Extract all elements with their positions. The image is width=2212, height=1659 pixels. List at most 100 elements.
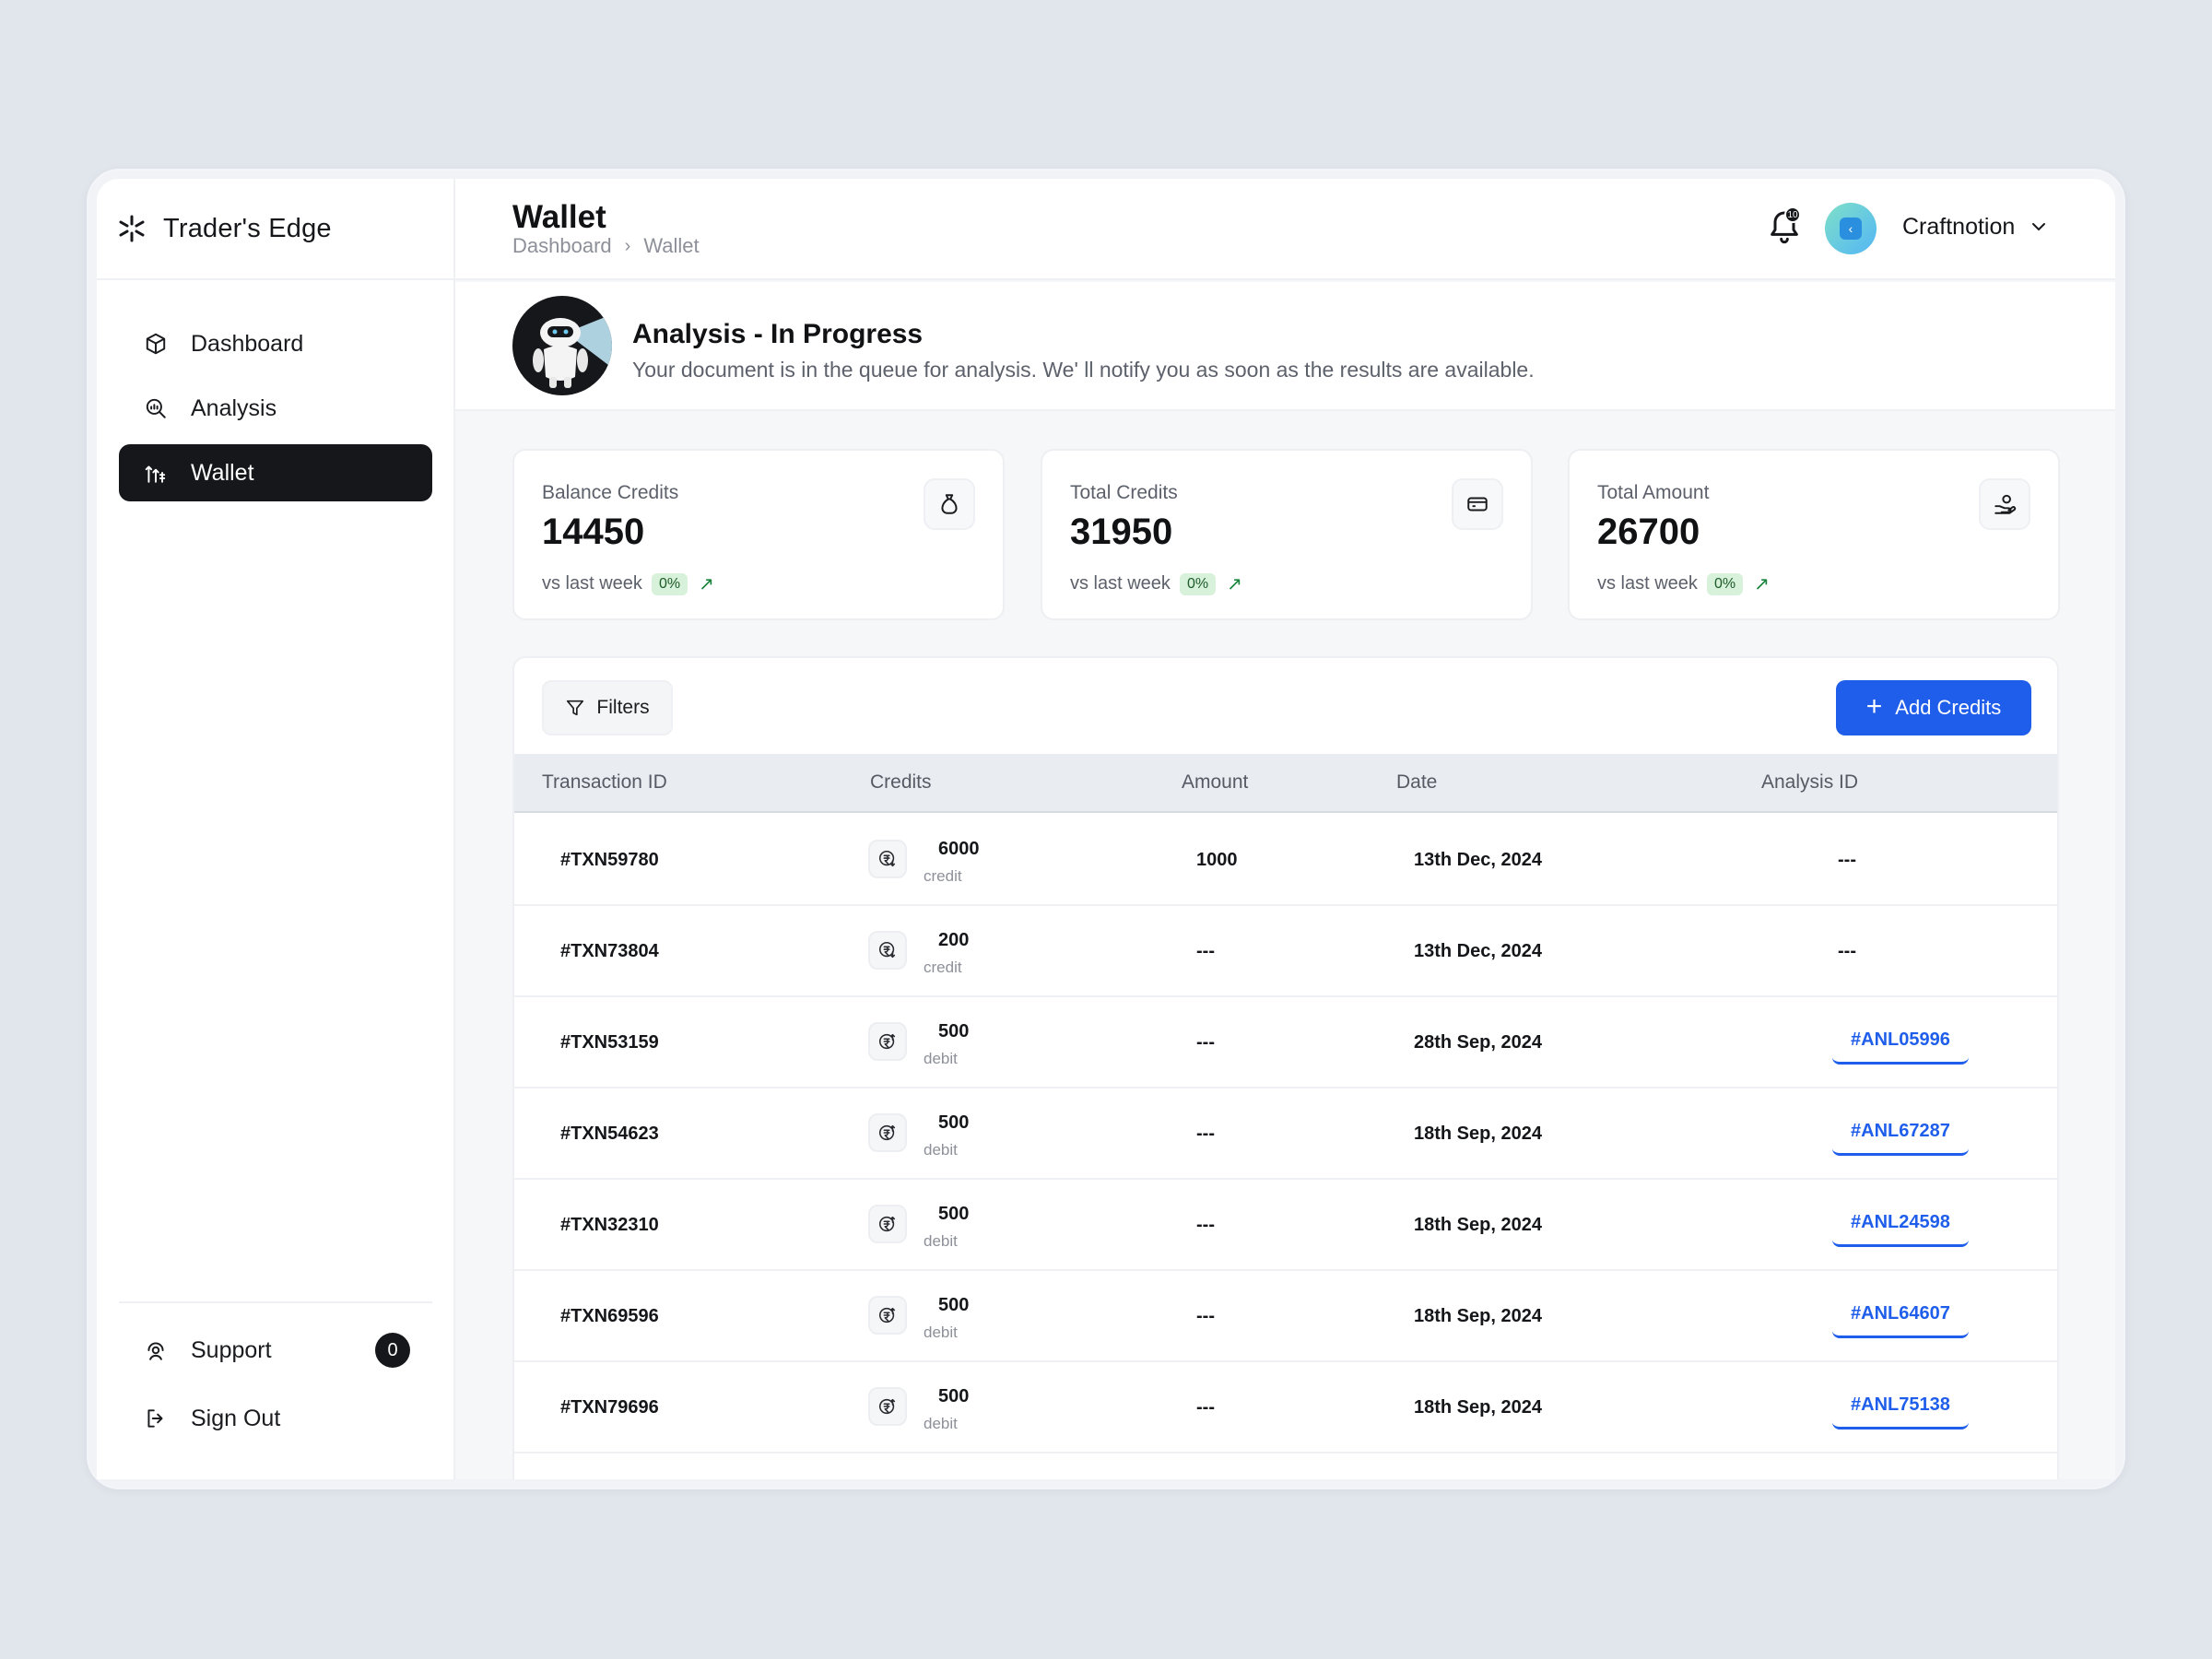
app-window: Trader's Edge Dashboard Analysis Wallet [97, 179, 2115, 1479]
column-header-amount[interactable]: Amount [1182, 771, 1248, 794]
stat-card-total-credits: Total Credits 31950 vs last week 0% ↗ [1041, 449, 1533, 620]
table-row[interactable]: #TXN32310 500 debit --- 18th Sep, 2024 #ANL24… [514, 1180, 2057, 1271]
analysis-id-value: --- [1838, 850, 1856, 870]
money-bag-icon [924, 478, 975, 530]
table-row[interactable]: #TXN69596 500 debit --- 18th Sep, 2024 #ANL64… [514, 1271, 2057, 1362]
trend-label: vs last week [1597, 573, 1698, 594]
stat-value: 14450 [542, 512, 645, 552]
stat-trend: vs last week 0% ↗ [542, 572, 714, 595]
stat-label: Total Amount [1597, 482, 1710, 503]
card-icon [1452, 478, 1503, 530]
credits-type: debit [924, 1232, 958, 1250]
add-credits-button[interactable]: + Add Credits [1836, 680, 2031, 735]
credits-value: 500 [938, 1295, 970, 1315]
robot-avatar-icon [512, 296, 612, 395]
credits-type: debit [924, 1141, 958, 1159]
user-name[interactable]: Craftnotion [1902, 214, 2015, 241]
breadcrumb-dashboard[interactable]: Dashboard [512, 234, 612, 258]
sparkle-logo-icon [119, 215, 145, 242]
chevron-right-icon: › [624, 235, 631, 256]
magnifier-chart-icon [143, 395, 169, 421]
analysis-id-link[interactable]: #ANL67287 [1832, 1121, 1969, 1156]
debit-out-icon [868, 1113, 907, 1152]
trend-percent-badge: 0% [1179, 572, 1217, 595]
sidebar-item-wallet[interactable]: Wallet [119, 444, 432, 501]
sidebar-item-dashboard[interactable]: Dashboard [119, 315, 432, 372]
analysis-id-link[interactable]: #ANL05996 [1832, 1030, 1969, 1065]
credits-type: credit [924, 867, 962, 885]
date-value: 13th Dec, 2024 [1414, 850, 1542, 870]
support-count-badge: 0 [375, 1333, 410, 1368]
transactions-panel: Filters + Add Credits Transaction ID Cre… [512, 656, 2059, 1479]
sidebar-item-analysis[interactable]: Analysis [119, 380, 432, 437]
analysis-id-link[interactable]: #ANL75138 [1832, 1394, 1969, 1430]
table-row[interactable]: #TXN53159 500 debit --- 28th Sep, 2024 #ANL05… [514, 997, 2057, 1088]
sign-out-icon [143, 1406, 169, 1431]
brand[interactable]: Trader's Edge [97, 179, 453, 280]
table-row[interactable]: #TXN73804 200 credit --- 13th Dec, 2024 --- [514, 906, 2057, 997]
amount-value: --- [1196, 1397, 1215, 1418]
credits-value: 500 [938, 1021, 970, 1041]
amount-value: 1000 [1196, 850, 1238, 870]
breadcrumb-wallet: Wallet [643, 234, 700, 257]
table-row[interactable]: #TXN59780 6000 credit 1000 13th Dec, 2024 --- [514, 815, 2057, 906]
analysis-id-link[interactable]: #ANL24598 [1832, 1212, 1969, 1247]
transaction-id: #TXN73804 [560, 941, 659, 961]
column-header-transaction-id[interactable]: Transaction ID [542, 771, 667, 794]
transaction-id: #TXN59780 [560, 850, 659, 870]
stat-value: 26700 [1597, 512, 1700, 552]
add-credits-label: Add Credits [1895, 696, 2002, 719]
debit-out-icon [868, 1205, 907, 1243]
filters-label: Filters [596, 697, 650, 718]
top-header: Wallet Dashboard › Wallet 10 ‹ Craftnoti… [455, 179, 2115, 280]
date-value: 28th Sep, 2024 [1414, 1032, 1542, 1053]
amount-value: --- [1196, 1032, 1215, 1053]
support-headset-icon [143, 1337, 169, 1363]
date-value: 18th Sep, 2024 [1414, 1124, 1542, 1144]
filters-button[interactable]: Filters [542, 680, 673, 735]
transaction-id: #TXN69596 [560, 1306, 659, 1326]
trend-percent-badge: 0% [1706, 572, 1744, 595]
sidebar: Trader's Edge Dashboard Analysis Wallet [97, 179, 455, 1479]
trend-label: vs last week [542, 573, 642, 594]
sidebar-item-label: Support [191, 1336, 272, 1363]
sidebar-item-label: Wallet [191, 459, 254, 486]
credits-type: debit [924, 1415, 958, 1432]
column-header-analysis-id[interactable]: Analysis ID [1761, 771, 1858, 794]
analysis-id-value: --- [1838, 941, 1856, 961]
brand-name: Trader's Edge [163, 213, 332, 243]
trend-label: vs last week [1070, 573, 1171, 594]
debit-out-icon [868, 1022, 907, 1061]
column-header-date[interactable]: Date [1396, 771, 1437, 794]
chevron-down-icon[interactable] [2028, 216, 2050, 238]
credits-value: 500 [938, 1386, 970, 1406]
sidebar-item-label: Sign Out [191, 1405, 281, 1431]
credits-value: 500 [938, 1204, 970, 1224]
stat-label: Total Credits [1070, 482, 1178, 503]
breadcrumb: Dashboard › Wallet [512, 234, 700, 258]
banner-title: Analysis - In Progress [632, 319, 924, 349]
plus-icon: + [1865, 690, 1883, 722]
date-value: 18th Sep, 2024 [1414, 1306, 1542, 1326]
sidebar-item-label: Dashboard [191, 330, 304, 357]
sidebar-item-support[interactable]: Support 0 [119, 1322, 432, 1379]
credits-value: 6000 [938, 839, 980, 859]
page-title: Wallet [512, 199, 606, 235]
arrow-up-right-icon: ↗ [1227, 574, 1242, 594]
amount-value: --- [1196, 1124, 1215, 1144]
credit-in-icon [868, 840, 907, 878]
filter-icon [567, 700, 584, 716]
table-row[interactable]: #TXN54623 500 debit --- 18th Sep, 2024 #ANL67… [514, 1088, 2057, 1180]
arrow-up-right-icon: ↗ [699, 574, 714, 594]
sidebar-item-sign-out[interactable]: Sign Out [119, 1390, 432, 1447]
column-header-credits[interactable]: Credits [870, 771, 932, 794]
debit-out-icon [868, 1387, 907, 1426]
credits-type: credit [924, 959, 962, 976]
stat-label: Balance Credits [542, 482, 679, 503]
amount-value: --- [1196, 1215, 1215, 1235]
amount-value: --- [1196, 1306, 1215, 1326]
analysis-id-link[interactable]: #ANL64607 [1832, 1303, 1969, 1338]
transaction-id: #TXN32310 [560, 1215, 659, 1235]
avatar[interactable]: ‹ [1825, 203, 1877, 254]
table-row[interactable]: #TXN79696 500 debit --- 18th Sep, 2024 #ANL75… [514, 1362, 2057, 1453]
